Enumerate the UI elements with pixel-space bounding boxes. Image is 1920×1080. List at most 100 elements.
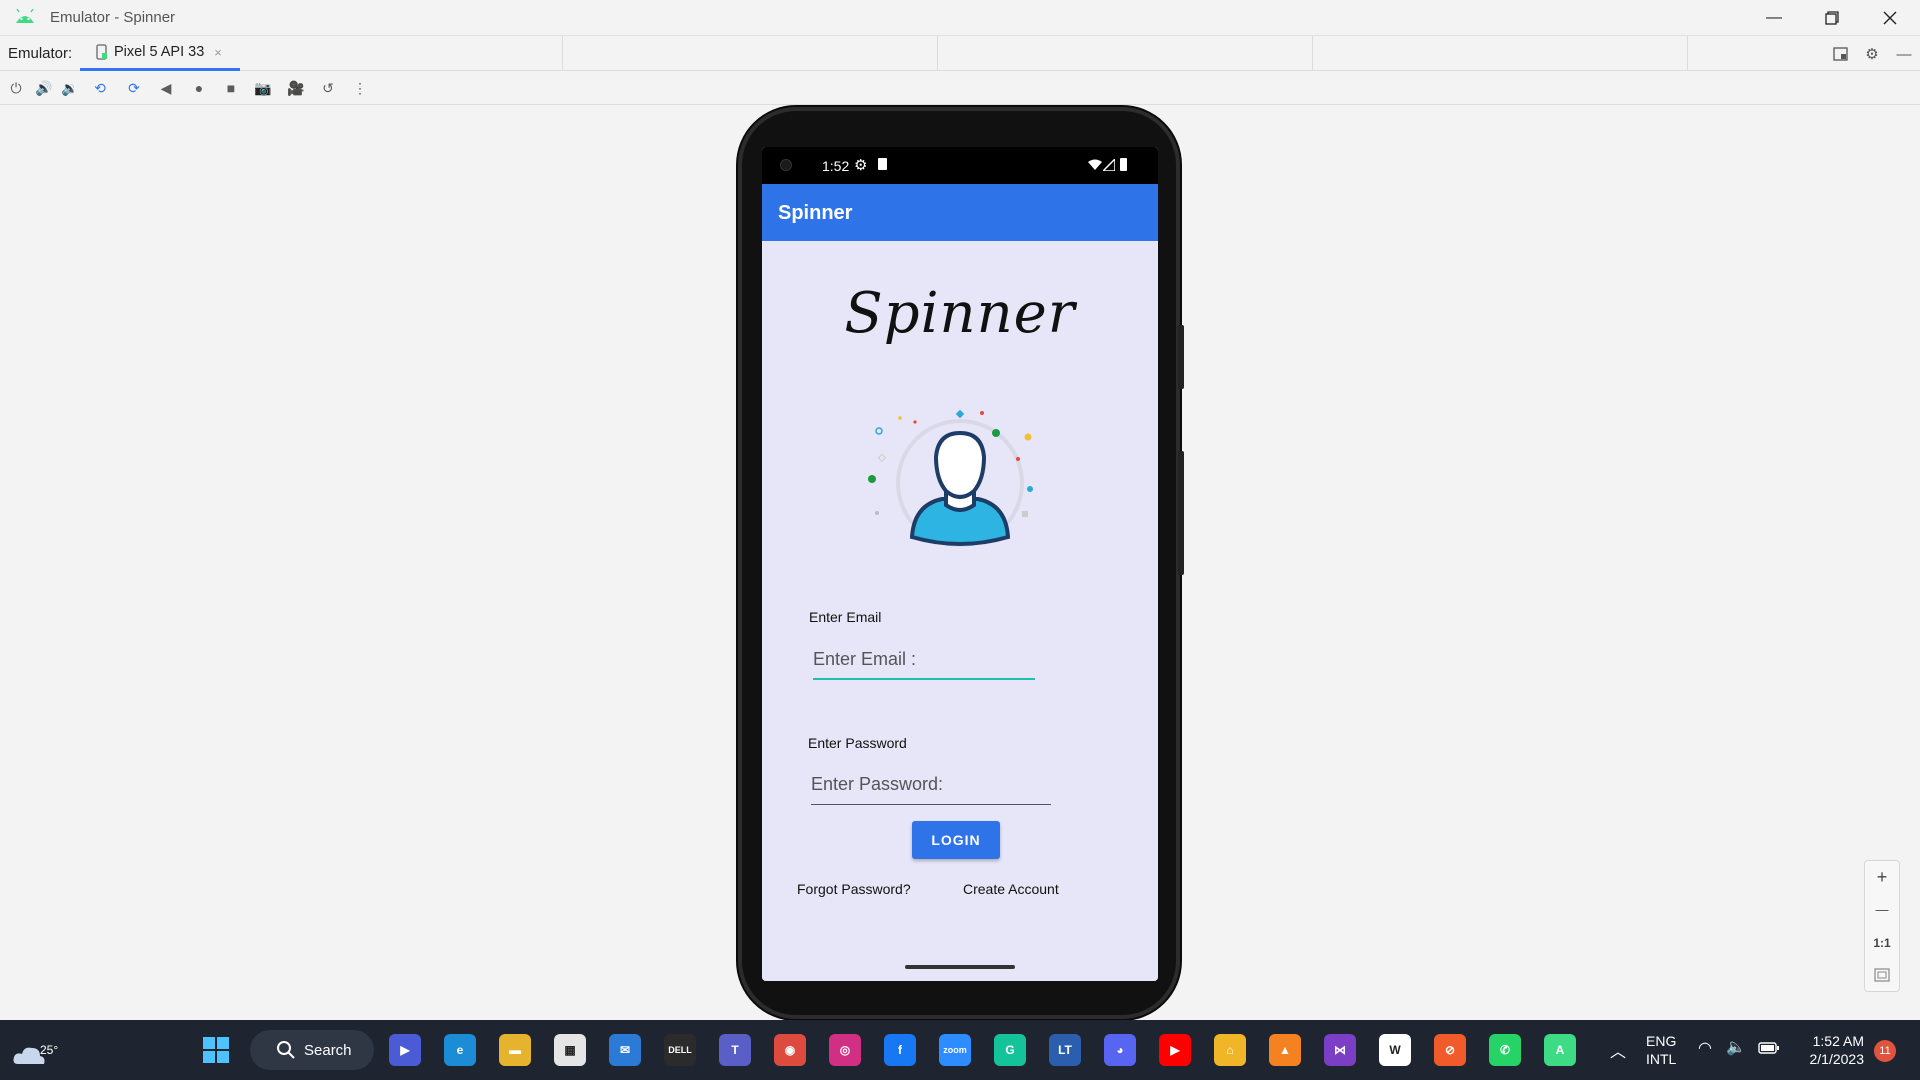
phone-device-icon: [96, 44, 107, 60]
lang-code: ENG: [1646, 1033, 1677, 1049]
status-bar: 1:52 ⚙: [762, 147, 1158, 184]
chrome-icon[interactable]: ◉: [774, 1034, 806, 1066]
hide-panel-button[interactable]: —: [1894, 44, 1914, 64]
chevron-up-icon[interactable]: ︿: [1610, 1038, 1626, 1062]
back-icon: ◀: [160, 79, 172, 96]
app-bar: Spinner: [762, 184, 1158, 241]
lang-layout: INTL: [1646, 1051, 1677, 1067]
zoom-icon[interactable]: zoom: [939, 1034, 971, 1066]
edge-icon[interactable]: e: [444, 1034, 476, 1066]
overview-button[interactable]: ■: [221, 78, 241, 98]
more-button[interactable]: ⋮: [350, 78, 370, 98]
tab-divider: [1687, 36, 1688, 70]
zoom-in-button[interactable]: +: [1865, 861, 1899, 893]
spinner-logo: Spinner: [844, 281, 1076, 346]
teams-icon[interactable]: T: [719, 1034, 751, 1066]
phone-frame: 1:52 ⚙ Spinner Spinner Enter Email Enter…: [738, 107, 1184, 1019]
file-explorer-icon[interactable]: ▬: [499, 1034, 531, 1066]
clock-date: 2/1/2023: [1809, 1051, 1865, 1067]
home-button[interactable]: ●: [189, 78, 209, 98]
password-input[interactable]: [811, 765, 1051, 805]
android-icon: [16, 9, 34, 23]
actual-size-button[interactable]: 1:1: [1865, 927, 1899, 959]
screenshot-button[interactable]: 📷: [253, 78, 273, 98]
back-button[interactable]: ◀: [156, 78, 176, 98]
windows-start-icon[interactable]: [202, 1036, 230, 1064]
wifi-tray-icon[interactable]: ◠: [1698, 1038, 1712, 1058]
zoom-controls: + — 1:1: [1864, 860, 1900, 992]
vlc-icon[interactable]: ▲: [1269, 1034, 1301, 1066]
rotate-right-icon: ⟳: [128, 79, 140, 96]
record-button[interactable]: 🎥: [286, 78, 306, 98]
record-icon: 🎥: [287, 79, 305, 96]
gear-icon: ⚙: [1865, 46, 1879, 63]
store-icon[interactable]: ▦: [554, 1034, 586, 1066]
phone-power-key[interactable]: [1178, 325, 1184, 389]
phone-screen[interactable]: 1:52 ⚙ Spinner Spinner Enter Email Enter…: [762, 147, 1158, 981]
visual-studio-icon[interactable]: ⋈: [1324, 1034, 1356, 1066]
gesture-nav-handle[interactable]: [905, 965, 1015, 969]
mail-icon[interactable]: ✉: [609, 1034, 641, 1066]
phone-volume-key[interactable]: [1178, 451, 1184, 575]
search-label: Search: [304, 1041, 352, 1059]
facebook-icon[interactable]: f: [884, 1034, 916, 1066]
whatsapp-icon[interactable]: ✆: [1489, 1034, 1521, 1066]
instagram-icon[interactable]: ◎: [829, 1034, 861, 1066]
weather-widget[interactable]: 25°: [12, 1032, 58, 1068]
emulator-toolbar: ⏻ 🔊 🔉 ⟲ ⟳ ◀ ● ■ 📷 🎥 ↺ ⋮: [0, 71, 1920, 105]
snapshot-button[interactable]: ↺: [318, 78, 338, 98]
dell-icon[interactable]: DELL: [664, 1034, 696, 1066]
tab-divider: [937, 36, 938, 70]
layout-toggle-button[interactable]: [1830, 44, 1850, 64]
tab-close-icon[interactable]: ×: [214, 45, 222, 60]
youtube-icon[interactable]: ▶: [1159, 1034, 1191, 1066]
create-account-link[interactable]: Create Account: [963, 881, 1059, 897]
email-input[interactable]: [813, 640, 1035, 680]
email-label: Enter Email: [809, 609, 882, 625]
discord-icon[interactable]: ◕: [1104, 1034, 1136, 1066]
languagetool-icon[interactable]: LT: [1049, 1034, 1081, 1066]
rotate-left-button[interactable]: ⟲: [90, 78, 110, 98]
meet-icon[interactable]: ▶: [389, 1034, 421, 1066]
input-language[interactable]: ENG INTL: [1646, 1032, 1676, 1068]
volume-down-button[interactable]: 🔉: [60, 78, 80, 98]
close-button[interactable]: [1861, 0, 1919, 36]
home-icon: ●: [194, 80, 204, 96]
login-screen: Spinner Enter Email Enter Email: Enter …: [762, 241, 1158, 981]
login-button[interactable]: LOGIN: [912, 821, 1000, 859]
fit-screen-button[interactable]: [1865, 959, 1899, 991]
more-icon: ⋮: [353, 79, 367, 96]
wikipedia-icon[interactable]: W: [1379, 1034, 1411, 1066]
tab-divider: [562, 36, 563, 70]
clock-time: 1:52 AM: [1812, 1033, 1864, 1049]
speaker-icon[interactable]: 🔈: [1726, 1037, 1746, 1057]
tab-bar: Emulator: Pixel 5 API 33 × ⚙ —: [0, 36, 1920, 71]
brave-icon[interactable]: ⊘: [1434, 1034, 1466, 1066]
restore-button[interactable]: [1803, 0, 1861, 36]
battery-icon: [1120, 158, 1127, 171]
windows-taskbar: 25° Search ▶ e ▬ ▦ ✉ DELL T ◉ ◎ f zoom G LT ◕ ▶ ⌂ ▲ ⋈ W ⊘ ✆ A…: [0, 1020, 1920, 1080]
front-camera: [780, 159, 792, 171]
forgot-password-link[interactable]: Forgot Password?: [797, 881, 911, 897]
vpn-icon[interactable]: ⌂: [1214, 1034, 1246, 1066]
wifi-icon: [1088, 159, 1102, 170]
power-button[interactable]: ⏻: [6, 78, 26, 98]
volume-up-button[interactable]: 🔊: [34, 78, 54, 98]
minimize-icon: —: [1766, 9, 1782, 26]
android-studio-icon[interactable]: A: [1544, 1034, 1576, 1066]
system-clock[interactable]: 1:52 AM 2/1/2023: [1800, 1032, 1865, 1068]
fit-screen-icon: [1874, 968, 1890, 982]
tab-pixel-5[interactable]: Pixel 5 API 33 ×: [80, 36, 240, 71]
zoom-out-button[interactable]: —: [1865, 893, 1899, 925]
restore-icon: [1825, 11, 1839, 25]
settings-button[interactable]: ⚙: [1862, 44, 1882, 64]
minimize-button[interactable]: —: [1745, 0, 1803, 36]
power-icon: ⏻: [10, 79, 22, 96]
emulator-label: Emulator:: [8, 45, 73, 62]
taskbar-search[interactable]: Search: [250, 1030, 374, 1070]
grammarly-icon[interactable]: G: [994, 1034, 1026, 1066]
battery-tray-icon[interactable]: [1758, 1041, 1780, 1055]
notification-badge[interactable]: 11: [1874, 1040, 1896, 1062]
tab-divider: [1312, 36, 1313, 70]
rotate-right-button[interactable]: ⟳: [124, 78, 144, 98]
